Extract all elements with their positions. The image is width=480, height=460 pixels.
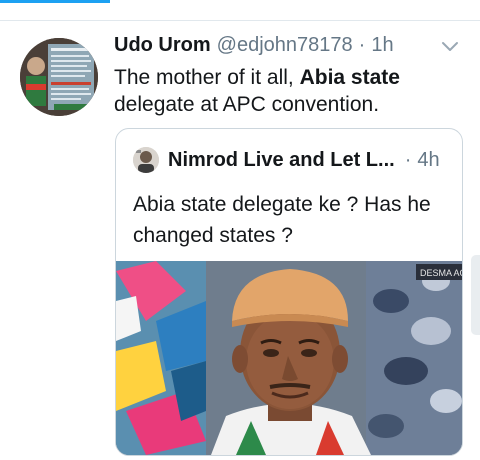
quoted-tweet-text: Abia state delegate ke ? Has he changed … (133, 193, 431, 247)
quoted-avatar[interactable] (133, 147, 159, 173)
quoted-tweet-photo[interactable]: DESMA AGAI (116, 261, 462, 455)
quoted-user-name[interactable]: Nimrod Live and Let L... (168, 149, 395, 172)
tweet-text-part: delegate at APC convention. (114, 93, 380, 116)
chevron-down-icon[interactable] (440, 40, 460, 54)
quoted-tweet-card[interactable]: Nimrod Live and Let L... · 4h Abia state… (115, 128, 463, 456)
photo-image: DESMA AGAI (116, 261, 462, 455)
scroll-edge (471, 255, 480, 335)
quoted-tweet-header: Nimrod Live and Let L... · 4h (168, 147, 440, 173)
user-handle[interactable]: @edjohn78178 (217, 34, 353, 57)
separator-dot: · (358, 34, 366, 56)
avatar-image (20, 38, 98, 116)
avatar[interactable] (20, 38, 98, 116)
tweet-timestamp[interactable]: 1h (371, 34, 393, 57)
separator-dot: · (404, 148, 412, 171)
tweet-header: Udo Urom @edjohn78178 · 1h (114, 34, 394, 60)
photo-badge-text: DESMA AGAI (420, 268, 462, 278)
user-name[interactable]: Udo Urom (114, 34, 211, 57)
quoted-timestamp[interactable]: 4h (417, 149, 439, 172)
tweet-text-part: The mother of it all, (114, 66, 300, 89)
tweet-text-bold: Abia state (299, 66, 400, 89)
divider (0, 20, 480, 21)
tweet-text: The mother of it all, Abia state delegat… (114, 64, 464, 118)
active-tab-indicator (0, 0, 110, 3)
quoted-avatar-image (133, 147, 159, 173)
